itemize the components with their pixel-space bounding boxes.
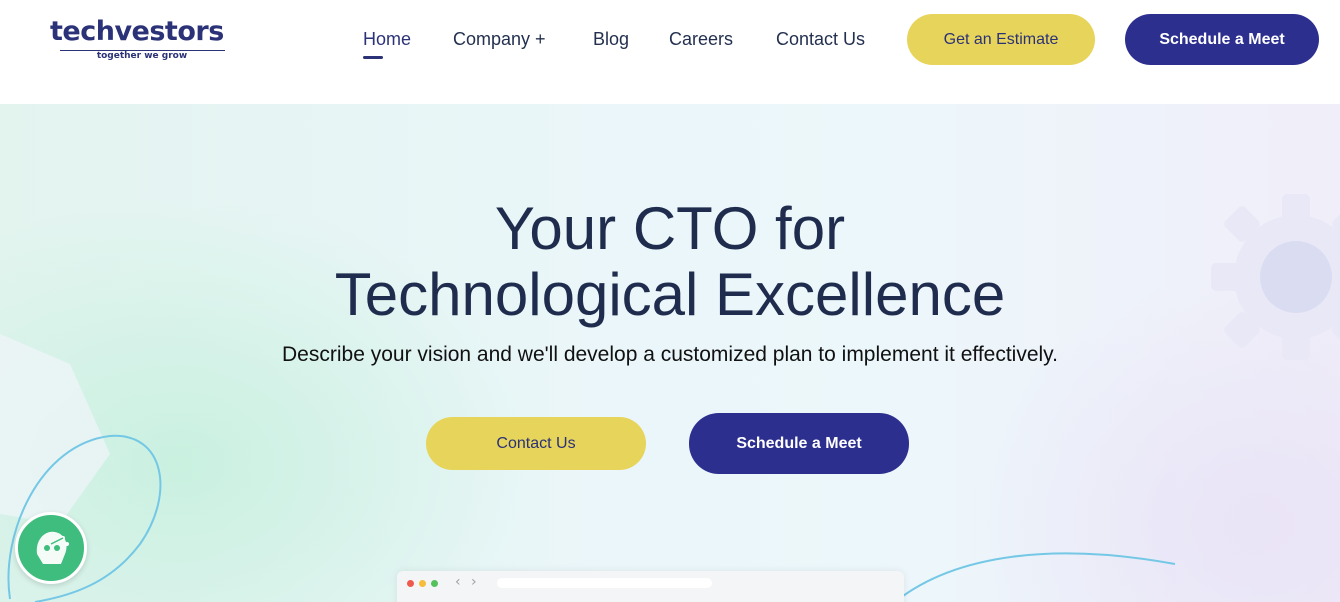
nav-home[interactable]: Home (363, 29, 411, 50)
site-header: techvestors together we grow Home Compan… (0, 0, 1340, 104)
logo-wordmark: techvestors (50, 16, 224, 47)
window-minimize-dot (419, 580, 426, 587)
forward-chevron-icon: › (471, 574, 477, 590)
url-bar (497, 578, 712, 588)
window-close-dot (407, 580, 414, 587)
window-maximize-dot (431, 580, 438, 587)
logo-tagline: together we grow (96, 51, 188, 61)
nav-blog[interactable]: Blog (593, 29, 629, 50)
header-schedule-meet-button[interactable]: Schedule a Meet (1125, 14, 1319, 65)
hero-contact-button[interactable]: Contact Us (426, 417, 646, 470)
logo[interactable]: techvestors together we grow (50, 16, 234, 66)
nav-careers[interactable]: Careers (669, 29, 733, 50)
decorative-swirl-left (7, 434, 162, 602)
chatbot-icon[interactable] (15, 512, 87, 584)
hero-subtitle: Describe your vision and we'll develop a… (282, 343, 1058, 366)
active-nav-indicator (363, 56, 383, 59)
decorative-swirl-right (895, 552, 1176, 602)
hero-section: Your CTO for Technological Excellence De… (0, 104, 1340, 602)
back-chevron-icon: ‹ (455, 574, 461, 590)
hero-title-line-2: Technological Excellence (334, 261, 1006, 328)
browser-mockup: ‹ › (397, 571, 904, 602)
nav-contact[interactable]: Contact Us (776, 29, 865, 50)
hero-title-line-1: Your CTO for (494, 195, 846, 262)
hero-schedule-meet-button[interactable]: Schedule a Meet (689, 413, 909, 474)
get-estimate-button[interactable]: Get an Estimate (907, 14, 1095, 65)
nav-company[interactable]: Company + (453, 29, 546, 50)
